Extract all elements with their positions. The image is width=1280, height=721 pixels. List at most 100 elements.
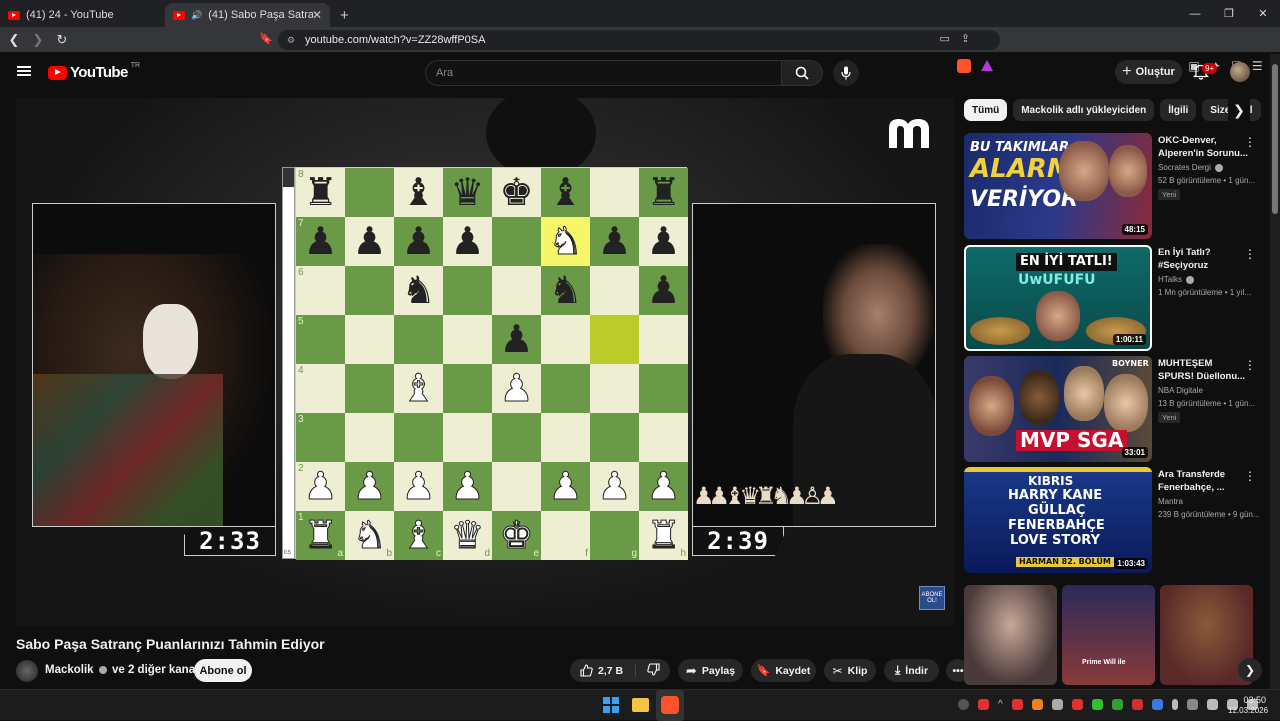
video-thumbnail[interactable]: EN İYİ TATLI! UwUFUFU 1:00:11 <box>964 245 1152 351</box>
channel-name[interactable]: Mackolik ve 2 diğer kanal <box>45 664 198 676</box>
recommendation-item[interactable]: BOYNER MVP SGA 33:01 MUHTEŞEM SPURS! Düe… <box>964 356 1264 462</box>
windows-start-icon[interactable] <box>603 697 619 713</box>
more-options-icon[interactable]: ⋮ <box>1244 247 1256 261</box>
square-b8 <box>345 168 394 217</box>
video-player[interactable]: ♟♟♝♛♜♞♟♙♟ 2:33 2:39 0.5 8 ♜ ♝ ♛ ♚ ♝ ♜ 7 ♟ ♟ ♟ ♟ ♞ ♟ ♟ 6… <box>16 98 954 626</box>
tray-app-icon[interactable] <box>1051 699 1063 710</box>
share-icon[interactable]: ⇪ <box>961 32 970 45</box>
subscribe-watermark[interactable]: ABONE OL! <box>919 586 945 610</box>
channel-avatar[interactable] <box>16 660 38 682</box>
clip-button[interactable]: ✂ Klip <box>824 659 876 682</box>
tray-app-icon[interactable] <box>1031 699 1043 710</box>
shorts-next-icon[interactable]: ❯ <box>1238 658 1262 682</box>
subscribe-button[interactable]: Abone ol <box>194 659 252 682</box>
brave-browser-icon[interactable] <box>661 696 679 714</box>
account-avatar[interactable] <box>1230 62 1250 82</box>
address-bar[interactable]: ⚙ youtube.com/watch?v=ZZ28wffP0SA ▭ ⇪ <box>278 30 1000 50</box>
youtube-logo[interactable]: YouTube TR <box>48 62 140 81</box>
like-button[interactable]: 2,7 B <box>580 664 637 677</box>
video-title[interactable]: MUHTEŞEM SPURS! Düellonu... <box>1158 358 1248 384</box>
video-duration: 1:00:11 <box>1112 334 1146 345</box>
reload-icon[interactable]: ↻ <box>52 32 72 48</box>
microphone-icon[interactable] <box>1171 699 1178 710</box>
more-options-icon[interactable]: ⋮ <box>1244 358 1256 372</box>
recommendation-item[interactable]: EN İYİ TATLI! UwUFUFU 1:00:11 En İyi Tat… <box>964 245 1264 351</box>
browser-toolbar: ❮ ❯ ↻ 🔖 ⚙ youtube.com/watch?v=ZZ28wffP0S… <box>0 27 1280 73</box>
wifi-icon[interactable] <box>1206 699 1218 710</box>
video-thumbnail[interactable]: BU TAKIMLAR ALARM VERİYOR 48:15 <box>964 133 1152 239</box>
file-explorer-icon[interactable] <box>632 698 649 712</box>
browser-tab-active[interactable]: 🔊 (41) Sabo Paşa Satranç Puanlarınızı Ta… <box>165 3 330 27</box>
page-scrollbar[interactable] <box>1270 54 1280 689</box>
search-input[interactable]: Ara <box>425 60 782 86</box>
square-h4 <box>639 364 688 413</box>
restore-icon[interactable]: ❐ <box>1212 0 1246 27</box>
short-thumbnail[interactable]: Prime Will ile <box>1062 585 1155 685</box>
bookmark-icon[interactable]: 🔖 <box>259 32 273 45</box>
chips-next-icon[interactable]: ❯ <box>1228 99 1250 121</box>
square-b6 <box>345 266 394 315</box>
video-thumbnail[interactable]: KIBRIS HARRY KANE GÜLLAÇ FENERBAHÇE LOVE… <box>964 467 1152 573</box>
recommendation-item[interactable]: KIBRIS HARRY KANE GÜLLAÇ FENERBAHÇE LOVE… <box>964 467 1264 573</box>
create-button[interactable]: + Oluştur <box>1115 60 1182 84</box>
voice-search-button[interactable] <box>833 60 859 86</box>
player-right-camera: ♟♟♝♛♜♞♟♙♟ <box>692 203 936 527</box>
search-button[interactable] <box>781 60 823 86</box>
video-meta: 52 B görüntüleme • 1 gün... <box>1158 176 1256 185</box>
channel-name[interactable]: NBA Digitale <box>1158 386 1203 395</box>
tray-app-icon[interactable] <box>1071 699 1083 710</box>
chip-related[interactable]: İlgili <box>1160 99 1197 121</box>
white-knight-icon: ♞ <box>548 220 583 263</box>
tray-app-icon[interactable] <box>978 699 989 710</box>
chevron-up-icon[interactable]: ^ <box>998 699 1003 710</box>
black-pawn-icon: ♟ <box>646 220 681 263</box>
channel-name[interactable]: Mantra <box>1158 497 1183 506</box>
tray-app-icon[interactable] <box>1131 699 1143 710</box>
filter-chips: Tümü Mackolik adlı yükleyiciden İlgili S… <box>964 99 1264 121</box>
close-tab-icon[interactable]: ✕ <box>312 8 322 22</box>
tray-app-icon[interactable] <box>1151 699 1163 710</box>
browser-tab-youtube-24[interactable]: (41) 24 - YouTube <box>0 3 165 27</box>
video-title[interactable]: Ara Transferde Fenerbahçe, ... <box>1158 469 1248 495</box>
white-queen-icon: ♛ <box>450 514 485 557</box>
recommendation-item[interactable]: BU TAKIMLAR ALARM VERİYOR 48:15 OKC-Denv… <box>964 133 1264 239</box>
tray-app-icon[interactable] <box>1111 699 1123 710</box>
forward-icon[interactable]: ❯ <box>28 32 48 48</box>
more-options-icon[interactable]: ⋮ <box>1244 135 1256 149</box>
new-tab-button[interactable]: + <box>330 3 359 27</box>
dislike-button[interactable] <box>641 662 660 679</box>
more-options-icon[interactable]: ⋮ <box>1244 469 1256 483</box>
save-button[interactable]: 🔖 Kaydet <box>751 659 816 682</box>
clip-label: Klip <box>847 664 868 677</box>
video-meta: 13 B görüntüleme • 1 gün... <box>1158 399 1256 408</box>
back-icon[interactable]: ❮ <box>4 32 24 48</box>
tray-app-icon[interactable] <box>1011 699 1023 710</box>
cast-icon[interactable]: ▭ <box>939 32 949 45</box>
clock[interactable]: 03:50 12.03.2026 <box>1228 694 1269 717</box>
minimize-icon[interactable]: — <box>1178 0 1212 27</box>
square-f8: ♝ <box>541 168 590 217</box>
rank-label: 4 <box>298 365 304 376</box>
site-info-icon[interactable]: ⚙ <box>287 35 295 46</box>
video-title[interactable]: OKC-Denver, Alperen'in Sorunu... <box>1158 135 1248 161</box>
close-window-icon[interactable]: ✕ <box>1246 0 1280 27</box>
clock-date: 12.03.2026 <box>1228 706 1269 716</box>
tray-app-icon[interactable] <box>958 699 969 710</box>
download-button[interactable]: ⤓ İndir <box>884 659 939 682</box>
video-title[interactable]: En İyi Tatlı? #Seçiyoruz <box>1158 247 1248 273</box>
language-icon[interactable] <box>1186 699 1198 710</box>
chip-all[interactable]: Tümü <box>964 99 1008 121</box>
channel-name[interactable]: HTalks <box>1158 275 1196 284</box>
square-e7 <box>492 217 541 266</box>
white-king-icon: ♚ <box>499 514 534 557</box>
square-c6: ♞ <box>394 266 443 315</box>
video-thumbnail[interactable]: BOYNER MVP SGA 33:01 <box>964 356 1152 462</box>
thumbnail-text: BU TAKIMLAR <box>970 140 1070 155</box>
channel-name[interactable]: Socrates Dergi <box>1158 163 1225 172</box>
tray-app-icon[interactable] <box>1091 699 1103 710</box>
share-button[interactable]: ➦ Paylaş <box>678 659 743 682</box>
chip-from-uploader[interactable]: Mackolik adlı yükleyiciden <box>1013 99 1155 121</box>
menu-icon[interactable] <box>17 66 31 76</box>
rank-label: 1 <box>298 512 304 523</box>
short-thumbnail[interactable] <box>964 585 1057 685</box>
